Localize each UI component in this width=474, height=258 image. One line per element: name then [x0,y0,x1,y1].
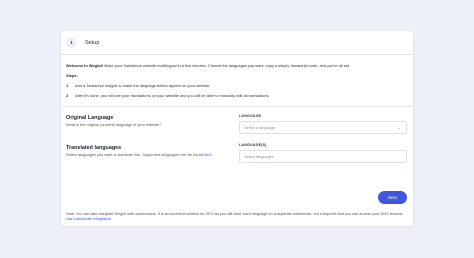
setup-card: 1 Setup Welcome to Weglot! Make your Sal… [61,31,413,226]
intro-welcome: Welcome to Weglot! [66,63,104,68]
original-language-title: Original Language [66,115,114,122]
step-item-text: After it's done, you will see your trans… [75,93,270,99]
translated-languages-placeholder: Select languages [244,154,274,160]
original-language-section: Original Language What is the original (… [61,107,413,140]
language-field-label: LANGUAGE [239,114,262,119]
step-number-badge: 1 [66,37,77,48]
step-title: Setup [85,39,100,46]
intro-description: Make your Salesforce website multilingua… [103,63,350,68]
step-item: 2 After it's done, you will see your tra… [66,93,408,98]
original-language-placeholder: Select a language [244,125,276,131]
note-text: Note: You can also integrate Weglot with… [66,212,404,216]
next-button[interactable]: Next [378,191,407,204]
translated-languages-section: Translated languages Select languages yo… [61,140,413,173]
translated-languages-description: Select languages you want to translate i… [66,152,226,157]
steps-label: Steps: [66,73,78,79]
original-language-description: What is the original (current) language … [66,122,162,128]
step-item-text: Add a Javascript snippet to make the lan… [75,83,211,89]
original-language-select[interactable]: Select a language ⌄ [239,121,407,135]
subdomain-integration-link[interactable]: Use subdomain integration [66,217,111,221]
translated-languages-desc-text: Select languages you want to translate i… [66,152,204,158]
card-header: 1 Setup [61,31,413,55]
intro-text: Welcome to Weglot! Make your Salesforce … [66,63,408,68]
step-item: 1 Add a Javascript snippet to make the l… [66,83,408,88]
step-item-number: 1 [66,83,69,89]
chevron-down-icon: ⌄ [397,124,401,130]
translated-languages-select[interactable]: Select languages [239,150,407,164]
languages-field-label: LANGUAGE(S) [239,143,267,148]
translated-languages-desc-suffix: . [211,152,213,158]
supported-languages-link[interactable]: here [204,152,212,157]
subdomain-note: Note: You can also integrate Weglot with… [66,212,408,223]
translated-languages-title: Translated languages [66,145,122,152]
step-item-number: 2 [66,93,69,99]
